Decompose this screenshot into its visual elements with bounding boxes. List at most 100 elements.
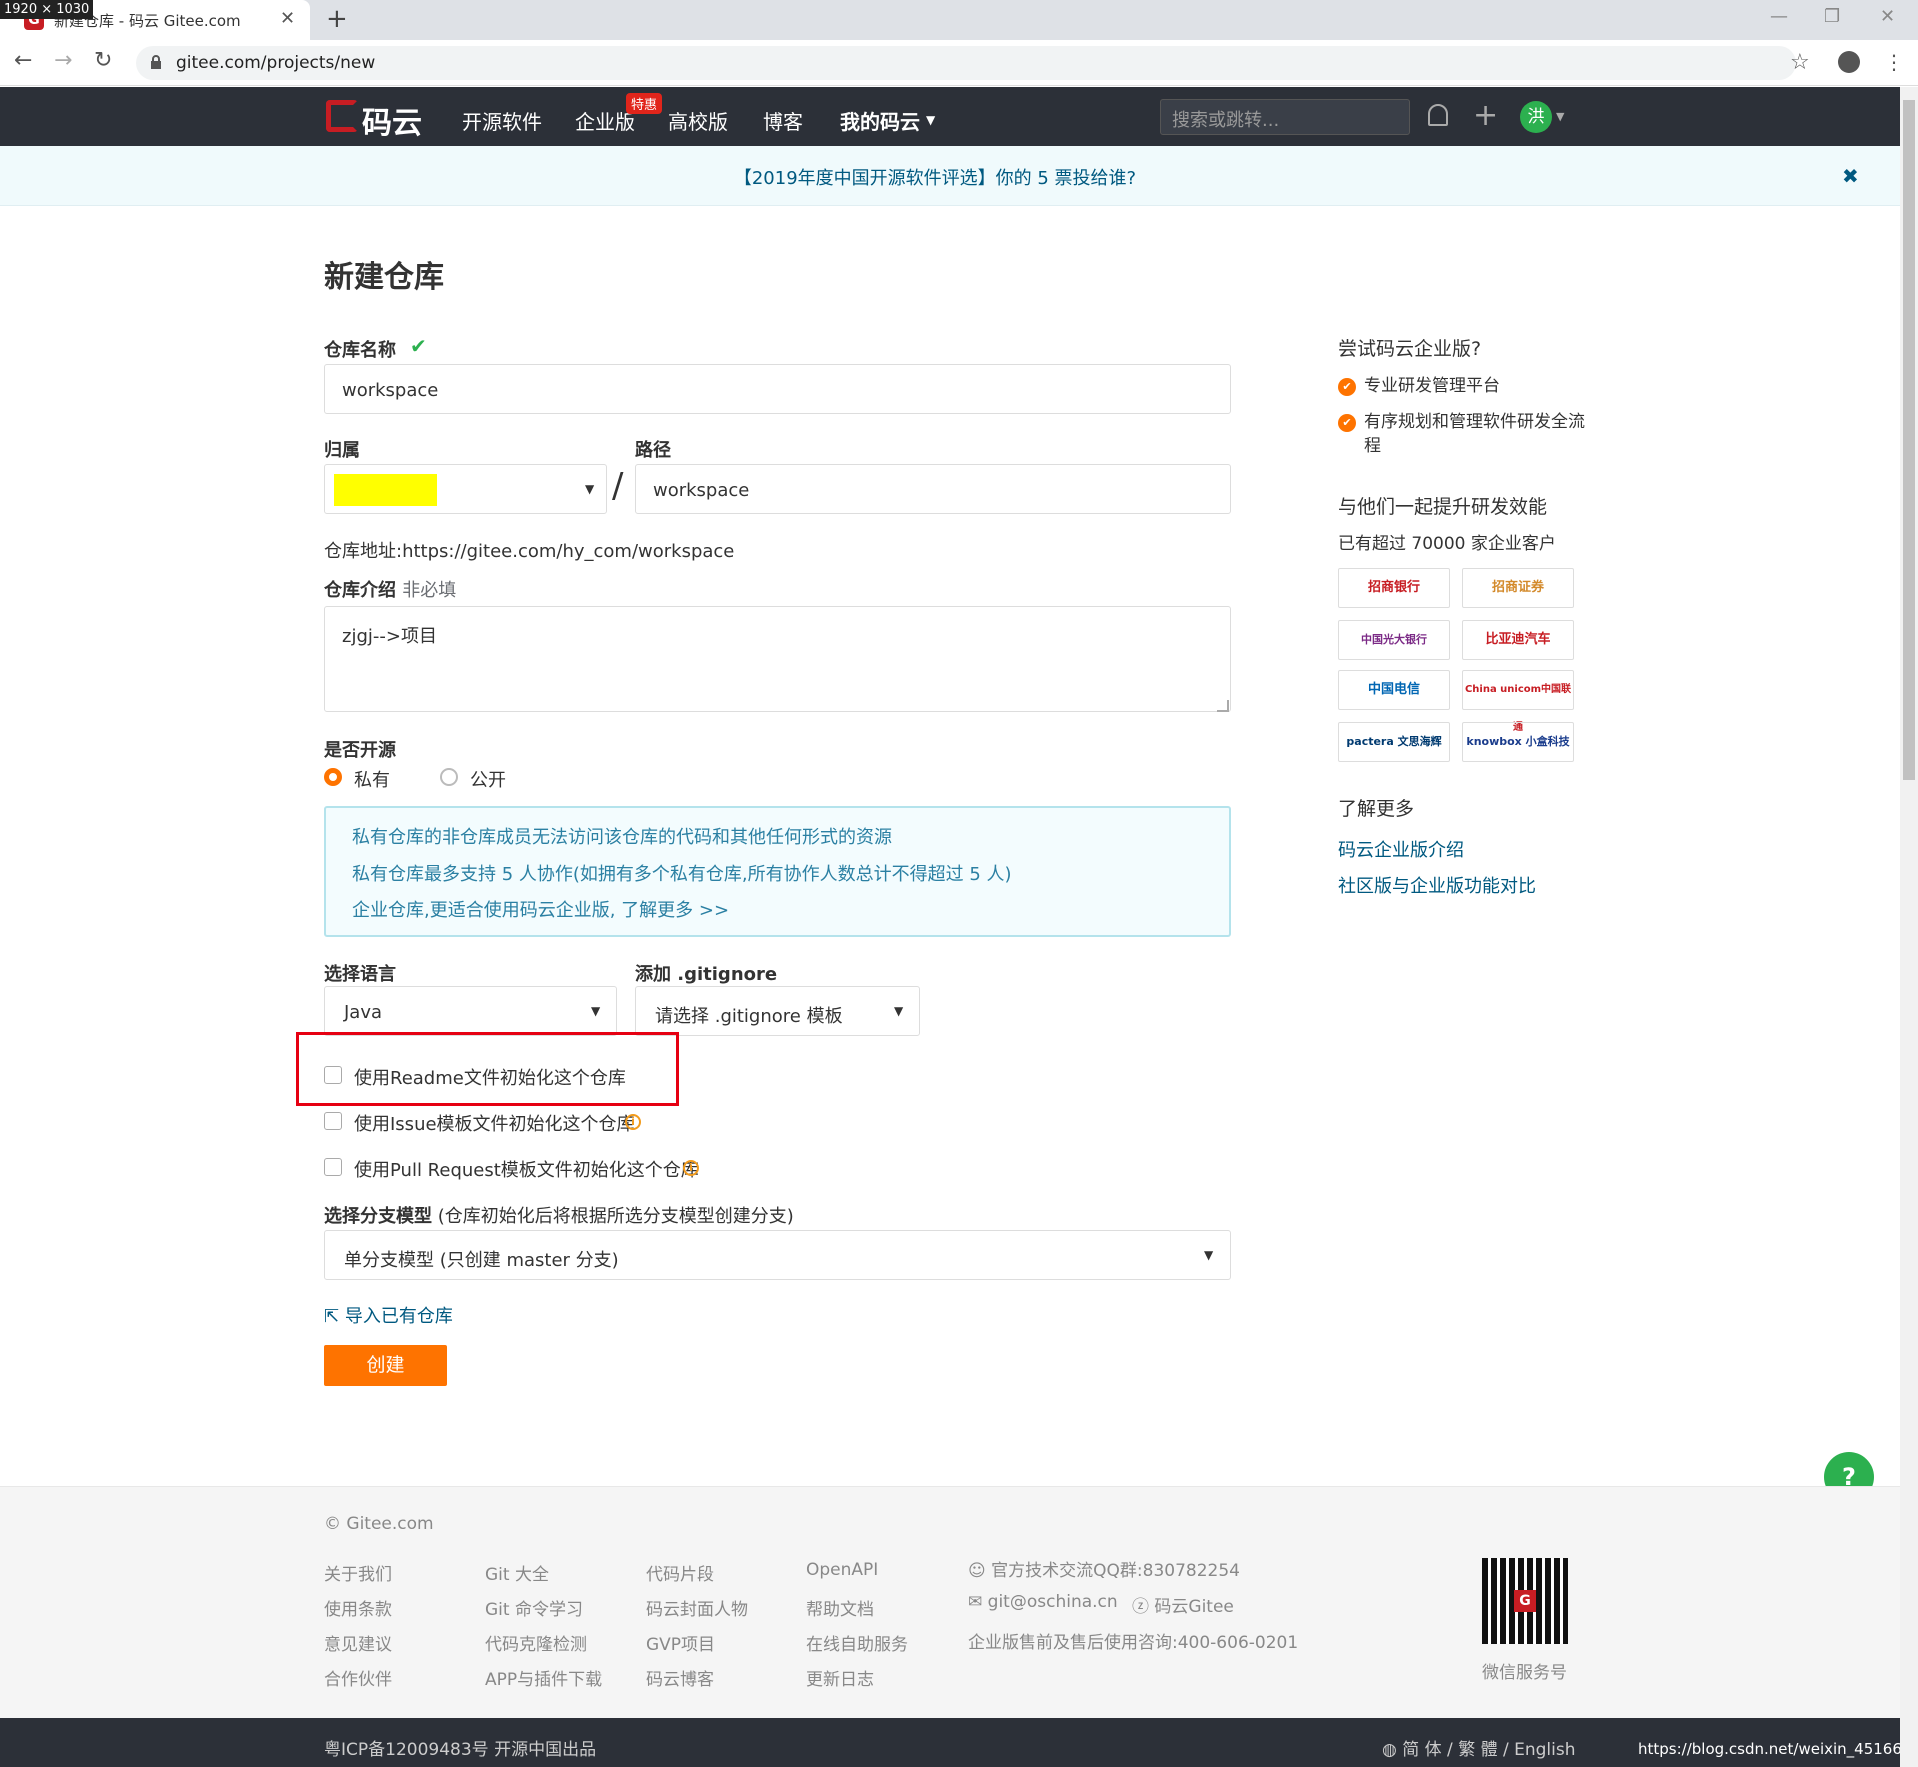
restore-icon[interactable]: ❐ [1824,6,1840,27]
language-value: Java [344,1002,383,1023]
desc-optional: 非必填 [402,580,457,601]
footer-gvp[interactable]: GVP项目 [646,1630,715,1655]
footer-git-all[interactable]: Git 大全 [485,1560,549,1585]
footer-blog[interactable]: 码云博客 [646,1665,714,1690]
footer-docs[interactable]: 帮助文档 [806,1595,874,1620]
zhihu-row[interactable]: ⓩ 码云Gitee [1132,1592,1234,1617]
together-title: 与他们一起提升研发效能 [1338,496,1548,518]
gitignore-label: 添加 .gitignore [635,964,778,985]
init-pr-checkbox[interactable] [324,1158,342,1176]
minimize-icon[interactable]: — [1770,6,1788,27]
repo-name-value: workspace [342,380,439,401]
language-switch-text: 简 体 / 繁 體 / English [1402,1740,1576,1760]
footer-changelog[interactable]: 更新日志 [806,1665,874,1690]
back-icon[interactable]: ← [14,48,32,73]
public-label[interactable]: 公开 [470,766,506,792]
scrollbar-thumb[interactable] [1903,100,1915,780]
issue-info-icon[interactable]: i [625,1114,641,1130]
owner-label: 归属 [324,440,360,461]
logo-knowbox: knowbox 小盒科技 [1462,722,1574,762]
notice-close-icon[interactable]: ✖ [1842,164,1859,188]
qq-icon: ☺ [968,1561,986,1581]
info-line-2: 私有仓库最多支持 5 人协作(如拥有多个私有仓库,所有协作人数总计不得超过 5 … [352,864,1012,885]
init-issue-label[interactable]: 使用Issue模板文件初始化这个仓库 [354,1110,635,1136]
footer-git-learn[interactable]: Git 命令学习 [485,1595,583,1620]
mail-icon: ✉ [968,1592,983,1612]
icp-text[interactable]: 粤ICP备12009483号 开源中国出品 [324,1735,596,1760]
url-field[interactable] [136,46,1796,80]
footer-terms[interactable]: 使用条款 [324,1595,392,1620]
repo-name-label: 仓库名称 [324,340,396,361]
branch-label: 选择分支模型 [324,1206,432,1227]
private-radio[interactable] [324,768,342,786]
desc-label: 仓库介绍 非必填 [324,576,456,602]
init-readme-label[interactable]: 使用Readme文件初始化这个仓库 [354,1064,626,1090]
globe-icon: ◍ [1382,1740,1397,1760]
footer-feedback[interactable]: 意见建议 [324,1630,392,1655]
footer-openapi[interactable]: OpenAPI [806,1560,878,1580]
nav-blog[interactable]: 博客 [763,106,803,135]
forward-icon[interactable]: → [54,48,72,73]
import-label: 导入已有仓库 [344,1306,453,1327]
footer-cover[interactable]: 码云封面人物 [646,1595,748,1620]
logo-text[interactable]: 码云 [362,98,422,142]
language-chevron-down-icon: ▼ [591,1004,601,1018]
branch-hint: (仓库初始化后将根据所选分支模型创建分支) [437,1206,794,1227]
gitee-logo-icon[interactable] [326,100,358,132]
tab-close-icon[interactable]: ✕ [280,8,295,29]
init-readme-checkbox[interactable] [324,1066,342,1084]
desc-value: zjgj-->项目 [342,626,437,647]
import-repo-link[interactable]: ⇱ 导入已有仓库 [324,1302,453,1328]
check-icon: ✔ [410,334,427,358]
plus-icon[interactable]: + [1473,98,1498,133]
init-pr-label[interactable]: 使用Pull Request模板文件初始化这个仓库 [354,1156,699,1182]
footer-snippets[interactable]: 代码片段 [646,1560,714,1585]
language-label: 选择语言 [324,964,396,985]
footer-about[interactable]: 关于我们 [324,1560,392,1585]
bell-icon[interactable] [1428,104,1448,126]
avatar[interactable]: 洪 [1520,101,1552,133]
window-close-icon[interactable]: ✕ [1880,6,1895,27]
public-radio[interactable] [440,768,458,786]
browser-menu-icon[interactable]: ⋮ [1884,50,1904,74]
owner-redacted [334,474,437,506]
lock-icon [151,55,161,69]
logo-unicom: China unicom中国联通 [1462,670,1574,733]
init-issue-checkbox[interactable] [324,1112,342,1130]
feature-2: 有序规划和管理软件研发全流程 [1364,412,1585,456]
csdn-watermark: https://blog.csdn.net/weixin_4516635 [1638,1740,1918,1758]
email-row[interactable]: ✉ git@oschina.cn [968,1592,1118,1612]
footer-self-service[interactable]: 在线自助服务 [806,1630,908,1655]
language-switch[interactable]: ◍ 简 体 / 繁 體 / English [1382,1735,1576,1760]
repo-name-input[interactable] [324,364,1231,414]
new-tab-icon[interactable]: + [326,4,348,34]
nav-open-source[interactable]: 开源软件 [462,106,542,135]
private-label[interactable]: 私有 [354,766,390,792]
footer-app[interactable]: APP与插件下载 [485,1665,602,1690]
nav-education[interactable]: 高校版 [668,106,728,135]
account-icon[interactable] [1838,51,1860,73]
logo-ceb: 中国光大银行 [1338,620,1450,660]
path-label: 路径 [635,440,671,461]
create-button[interactable]: 创建 [324,1345,447,1386]
chevron-down-icon: ▼ [926,113,936,127]
sales-contact: 企业版售前及售后使用咨询:400-606-0201 [968,1633,1299,1653]
info-line-1: 私有仓库的非仓库成员无法访问该仓库的代码和其他任何形式的资源 [352,827,892,848]
repo-address: 仓库地址:https://gitee.com/hy_com/workspace [324,541,735,562]
enterprise-intro-link[interactable]: 码云企业版介绍 [1338,836,1464,862]
bookmark-star-icon[interactable]: ☆ [1790,50,1810,75]
desc-textarea[interactable] [324,606,1231,712]
footer-partners[interactable]: 合作伙伴 [324,1665,392,1690]
avatar-chevron-icon[interactable]: ▼ [1556,110,1564,123]
reload-icon[interactable]: ↻ [94,48,112,73]
pr-info-icon[interactable]: i [683,1160,699,1176]
branch-chevron-down-icon: ▼ [1204,1248,1214,1262]
nav-my-gitee[interactable]: 我的码云 [840,106,920,135]
gitignore-value: 请选择 .gitignore 模板 [655,1006,843,1027]
notice-text[interactable]: 【2019年度中国开源软件评选】你的 5 票投给谁? [0,164,1870,190]
info-line-3[interactable]: 企业仓库,更适合使用码云企业版, 了解更多 >> [352,896,729,922]
feature-1: 专业研发管理平台 [1364,376,1500,396]
compare-link[interactable]: 社区版与企业版功能对比 [1338,872,1536,898]
resize-handle-icon[interactable] [1217,700,1229,712]
footer-clone-detect[interactable]: 代码克隆检测 [485,1630,587,1655]
